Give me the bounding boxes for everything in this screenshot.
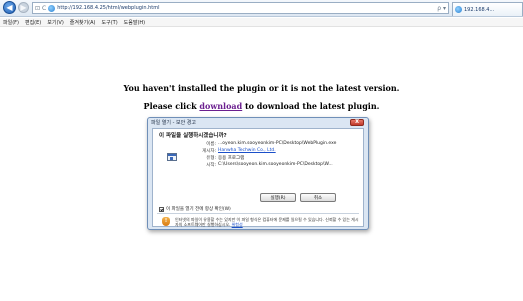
dialog-body: 이 파일을 실행하시겠습니까? 이름: ...oyeon.kim.sooyeon… <box>152 128 364 227</box>
publisher-link[interactable]: Hanwha Techwin Co., Ltd. <box>218 148 276 154</box>
tab-favicon-icon <box>455 6 462 13</box>
run-button[interactable]: 실행(R) <box>260 193 296 202</box>
download-link[interactable]: download <box>199 101 242 111</box>
site-favicon-icon <box>48 4 56 12</box>
risk-link[interactable]: 위험성 <box>232 222 243 227</box>
download-instruction: Please click download to download the la… <box>0 101 523 111</box>
compatibility-icon[interactable]: C <box>42 5 46 12</box>
plugin-missing-message: You haven't installed the plugin or it i… <box>123 83 400 93</box>
divider <box>157 213 359 214</box>
menu-help[interactable]: 도움말(H) <box>124 19 145 26</box>
back-arrow-icon[interactable]: ◀ <box>3 1 16 14</box>
always-ask-option[interactable]: 이 파일을 열기 전에 항상 확인(W) <box>159 206 231 212</box>
menu-bar: 파일(F) 편집(E) 보기(V) 즐겨찾기(A) 도구(T) 도움말(H) <box>0 18 523 27</box>
source-value: C:\Users\sooyeon.kim.sooyeonkim-PC\Deskt… <box>218 162 333 167</box>
tab-title: 192.168.4... <box>464 6 495 13</box>
application-icon <box>167 153 177 161</box>
dialog-question: 이 파일을 실행하시겠습니까? <box>159 133 227 139</box>
menu-view[interactable]: 보기(V) <box>47 19 64 26</box>
field-label: 게시자: <box>202 149 216 154</box>
browser-toolbar: ◀ ▶ ⊡ C http://192.168.4.25/html/webplug… <box>0 0 523 17</box>
address-text[interactable]: http://192.168.4.25/html/webplugin.html <box>57 5 159 11</box>
file-name-value: ...oyeon.kim.sooyeonkim-PC\Desktop\WebPl… <box>218 141 337 146</box>
file-name-row: 이름: ...oyeon.kim.sooyeonkim-PC\Desktop\W… <box>195 141 336 147</box>
search-dropdown-icon[interactable]: ρ ▾ <box>437 5 446 12</box>
always-ask-checkbox[interactable] <box>159 206 164 212</box>
type-value: 응용 프로그램 <box>218 156 245 161</box>
cancel-button[interactable]: 취소 <box>300 193 336 202</box>
browser-tab[interactable]: 192.168.4... <box>452 2 523 16</box>
menu-favorites[interactable]: 즐겨찾기(A) <box>70 19 96 26</box>
dialog-title: 파일 열기 - 보안 경고 <box>151 120 196 126</box>
menu-edit[interactable]: 편집(E) <box>25 19 41 26</box>
shield-warning-icon: ! <box>162 217 170 226</box>
publisher-row: 게시자: Hanwha Techwin Co., Ltd. <box>195 148 276 154</box>
page-document-icon: ⊡ <box>35 4 41 12</box>
close-icon[interactable]: X <box>350 119 364 126</box>
instruction-suffix: to download the latest plugin. <box>242 101 380 111</box>
address-bar[interactable]: ⊡ C http://192.168.4.25/html/webplugin.h… <box>32 2 449 14</box>
menu-file[interactable]: 파일(F) <box>3 19 19 26</box>
field-label: 이름: <box>206 142 216 147</box>
menu-tools[interactable]: 도구(T) <box>102 19 118 26</box>
type-row: 유형: 응용 프로그램 <box>195 155 244 161</box>
security-warning-text: 인터넷의 파일이 유용할 수는 있지만 이 파일 형식은 컴퓨터에 문제를 일으… <box>175 217 361 227</box>
field-label: 시작: <box>206 163 216 168</box>
forward-arrow-icon[interactable]: ▶ <box>18 2 29 13</box>
instruction-prefix: Please click <box>143 101 200 111</box>
always-ask-label[interactable]: 이 파일을 열기 전에 항상 확인(W) <box>166 206 231 212</box>
security-warning-dialog: 파일 열기 - 보안 경고 X 이 파일을 실행하시겠습니까? 이름: ...o… <box>147 117 369 230</box>
field-label: 유형: <box>206 156 216 161</box>
warning-body: 인터넷의 파일이 유용할 수는 있지만 이 파일 형식은 컴퓨터에 문제를 일으… <box>175 217 359 227</box>
source-row: 시작: C:\Users\sooyeon.kim.sooyeonkim-PC\D… <box>195 162 333 168</box>
